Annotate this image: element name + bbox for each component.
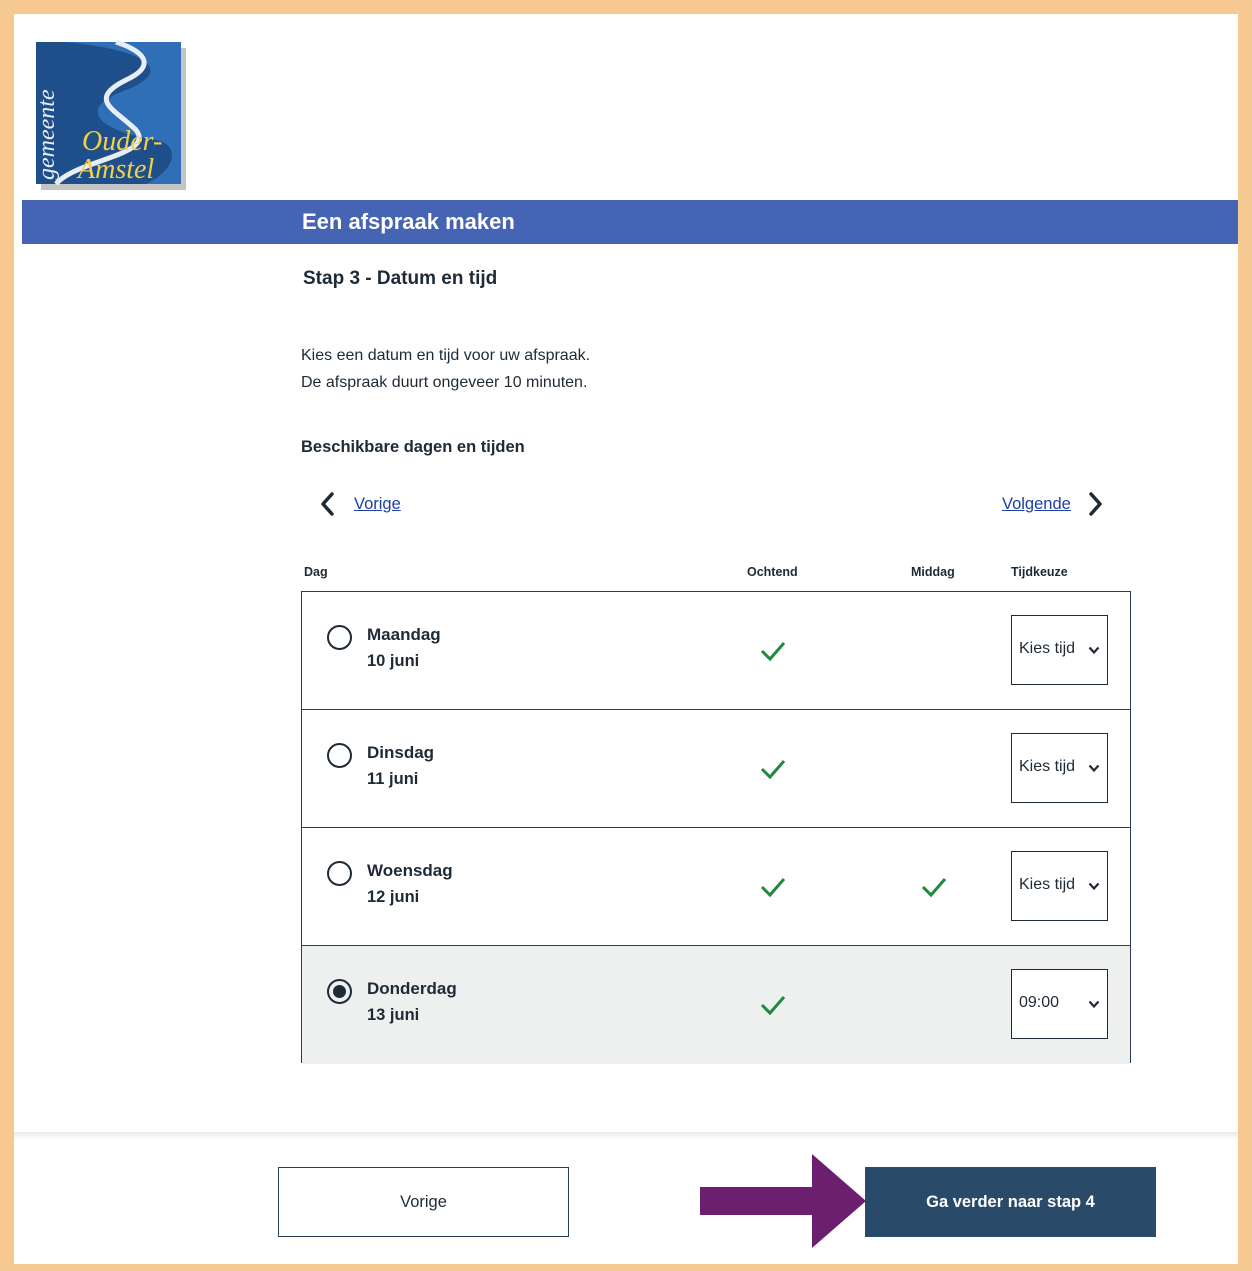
morning-available-check-icon <box>760 996 786 1016</box>
intro-line-1: Kies een datum en tijd voor uw afspraak. <box>301 347 591 364</box>
chevron-down-icon <box>1088 764 1100 773</box>
continue-to-step-4-button[interactable]: Ga verder naar stap 4 <box>865 1167 1156 1237</box>
table-row-selected[interactable]: Donderdag 13 juni 09:00 <box>302 946 1130 1064</box>
previous-week-nav[interactable]: Vorige <box>318 490 401 518</box>
column-header-morning: Ochtend <box>747 565 798 579</box>
step-title: Stap 3 - Datum en tijd <box>303 268 498 289</box>
afternoon-available-check-icon <box>921 878 947 898</box>
page-header-banner: Een afspraak maken <box>22 200 1238 244</box>
day-radio-selected[interactable] <box>327 979 352 1004</box>
table-row[interactable]: Dinsdag 11 juni Kies tijd <box>302 710 1130 828</box>
previous-week-link[interactable]: Vorige <box>354 495 401 514</box>
morning-available-check-icon <box>760 642 786 662</box>
morning-available-check-icon <box>760 760 786 780</box>
next-week-nav[interactable]: Volgende <box>1002 490 1105 518</box>
day-date: 13 juni <box>367 1006 420 1024</box>
availability-title: Beschikbare dagen en tijden <box>301 438 525 456</box>
annotation-arrow-icon <box>700 1154 866 1248</box>
column-header-time-choice: Tijdkeuze <box>1011 565 1068 579</box>
day-name: Woensdag <box>367 861 453 880</box>
availability-table: Maandag 10 juni Kies tijd Dinsdag 11 jun… <box>301 591 1131 1064</box>
intro-text: Kies een datum en tijd voor uw afspraak.… <box>301 342 590 396</box>
chevron-down-icon <box>1088 646 1100 655</box>
time-select-value: 09:00 <box>1019 994 1060 1011</box>
logo-text-gemeente: gemeente <box>36 89 60 180</box>
table-row[interactable]: Maandag 10 juni Kies tijd <box>302 592 1130 710</box>
time-select-value: Kies tijd <box>1019 758 1076 775</box>
time-select[interactable]: Kies tijd <box>1011 851 1108 921</box>
next-week-link[interactable]: Volgende <box>1002 495 1071 514</box>
page-title: Een afspraak maken <box>302 209 515 234</box>
day-radio[interactable] <box>327 861 352 886</box>
time-select-value: Kies tijd <box>1019 640 1076 657</box>
column-header-day: Dag <box>304 565 328 579</box>
time-select[interactable]: Kies tijd <box>1011 733 1108 803</box>
day-date: 11 juni <box>367 770 419 788</box>
table-row[interactable]: Woensdag 12 juni Kies tijd <box>302 828 1130 946</box>
page-frame: gemeente Ouder- Amstel Een afspraak make… <box>14 14 1238 1264</box>
radio-selected-dot <box>333 985 346 998</box>
day-date: 10 juni <box>367 652 420 670</box>
time-select-value: Kies tijd <box>1019 876 1076 893</box>
day-date: 12 juni <box>367 888 420 906</box>
day-name: Donderdag <box>367 979 457 998</box>
day-name: Dinsdag <box>367 743 435 762</box>
chevron-down-icon <box>1088 1000 1100 1009</box>
morning-available-check-icon <box>760 878 786 898</box>
day-radio[interactable] <box>327 743 352 768</box>
chevron-right-icon[interactable] <box>1085 490 1105 518</box>
day-radio[interactable] <box>327 625 352 650</box>
footer-divider <box>14 1132 1238 1140</box>
logo-text-amstel: Amstel <box>76 154 154 185</box>
day-name: Maandag <box>367 625 441 644</box>
time-select[interactable]: 09:00 <box>1011 969 1108 1039</box>
logo-text-ouder: Ouder- <box>82 126 162 157</box>
column-header-afternoon: Middag <box>911 565 955 579</box>
chevron-down-icon <box>1088 882 1100 891</box>
intro-line-2: De afspraak duurt ongeveer 10 minuten. <box>301 374 588 391</box>
previous-step-button[interactable]: Vorige <box>278 1167 569 1237</box>
chevron-left-icon[interactable] <box>318 490 338 518</box>
time-select[interactable]: Kies tijd <box>1011 615 1108 685</box>
gemeente-ouder-amstel-logo: gemeente Ouder- Amstel <box>36 40 186 190</box>
